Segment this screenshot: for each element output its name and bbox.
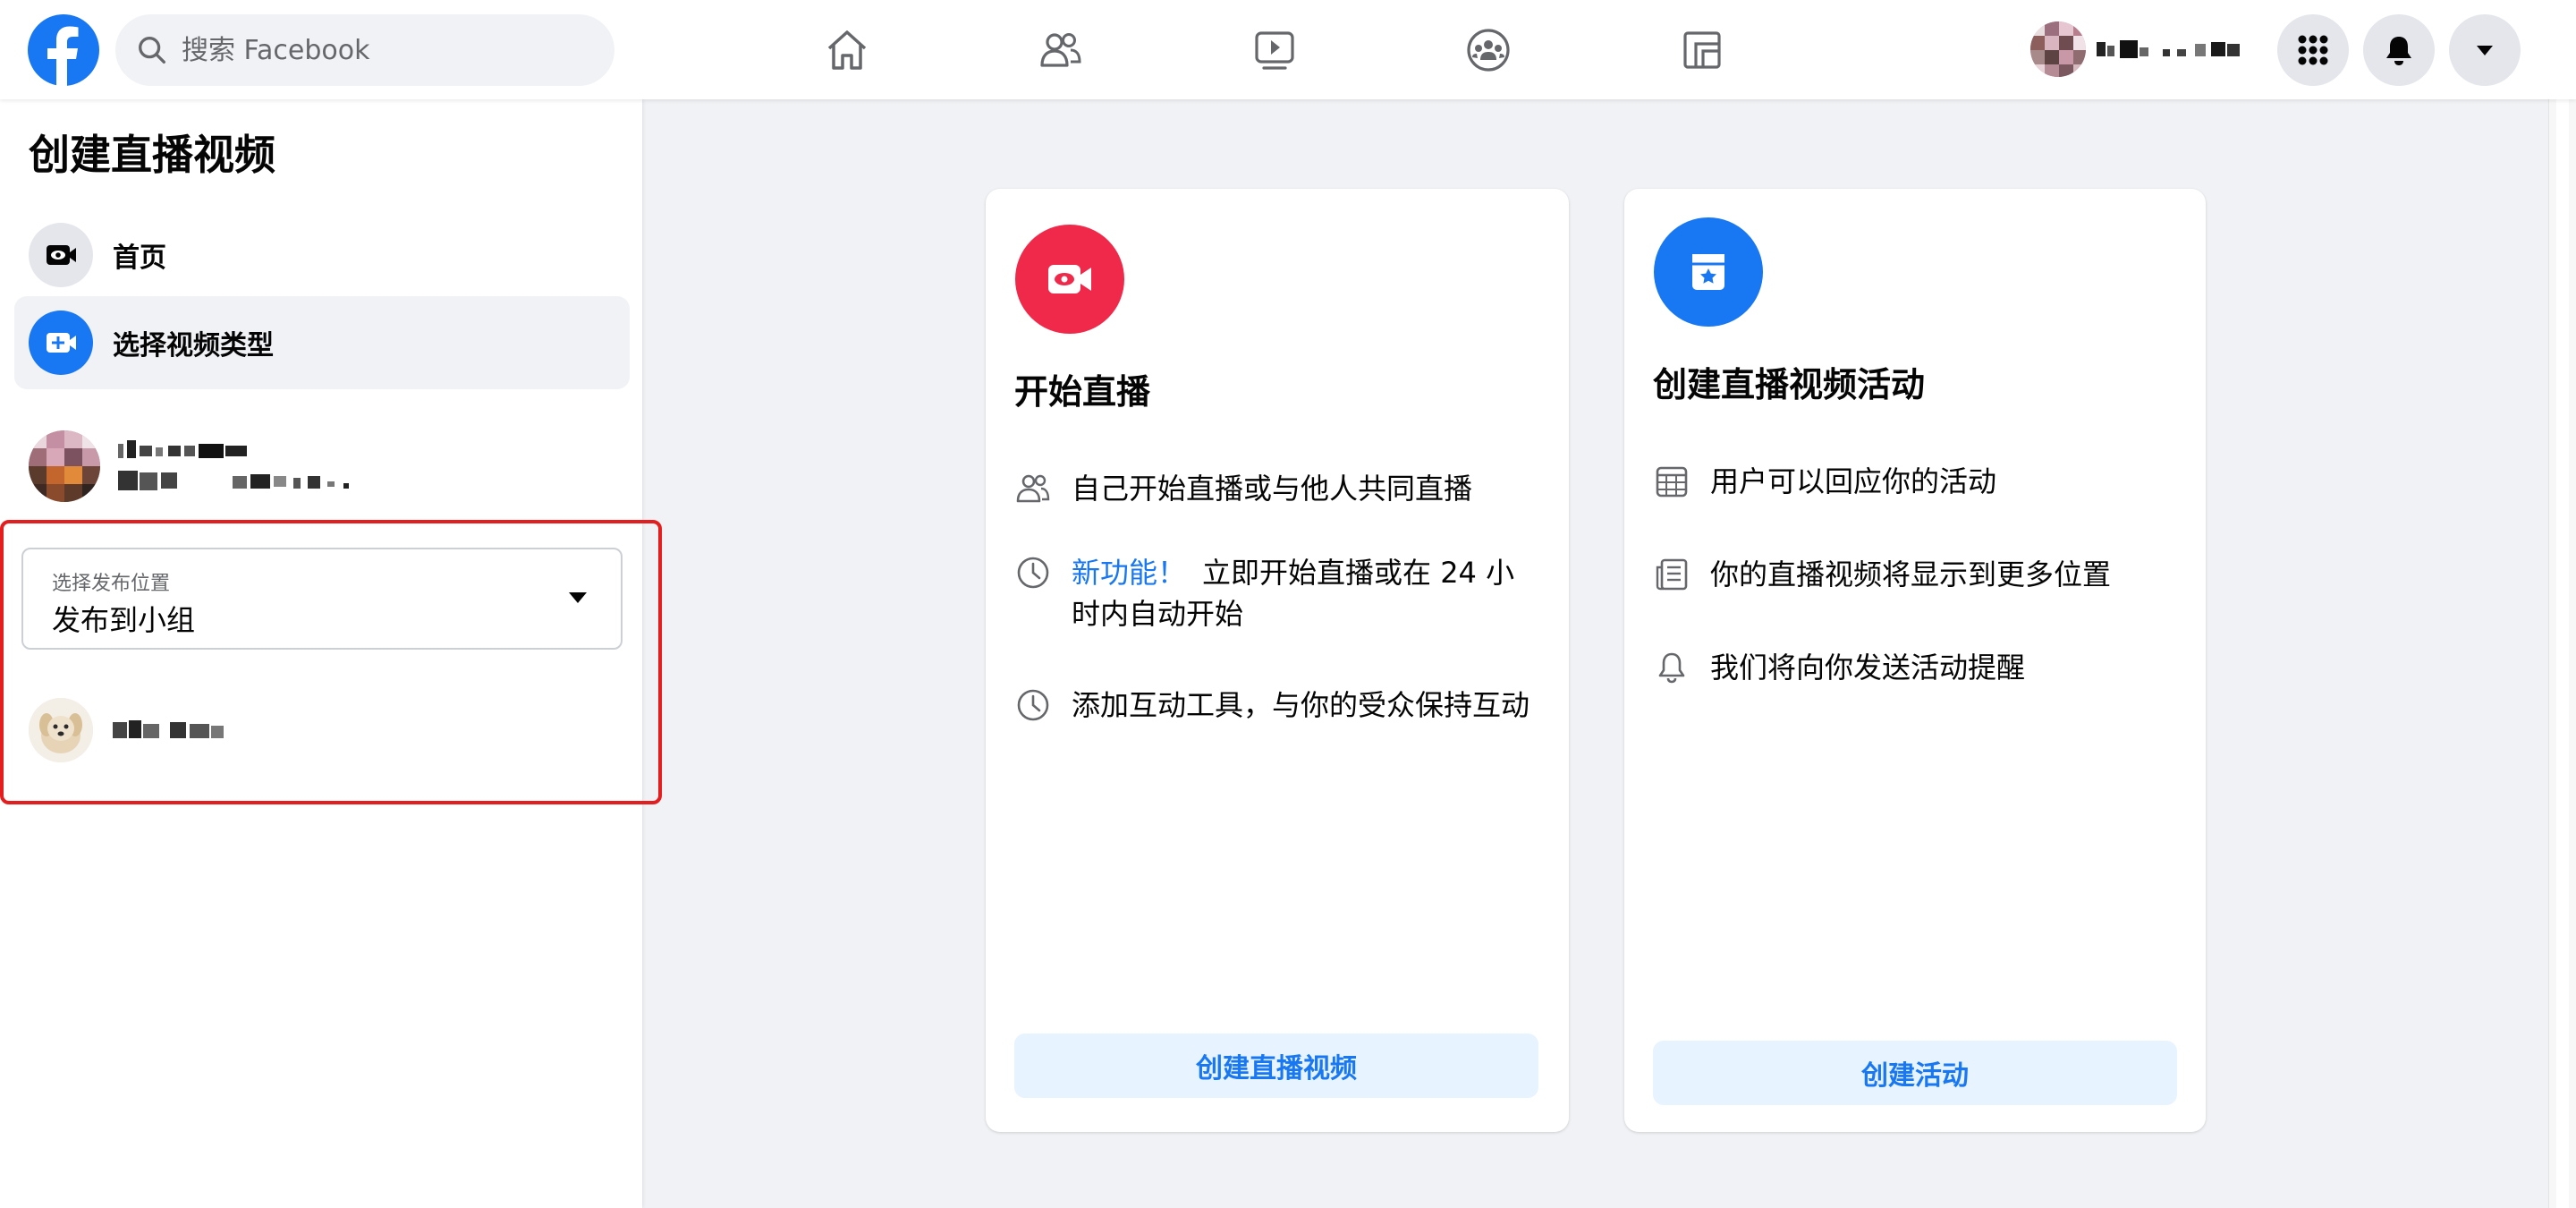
nav-tab-gaming[interactable]	[1644, 16, 1760, 84]
top-navigation-bar	[0, 0, 2576, 99]
create-event-button[interactable]: 创建活动	[1653, 1041, 2177, 1105]
account-dropdown-icon	[2477, 46, 2493, 55]
card-icon-circle	[1015, 225, 1124, 334]
search-icon	[139, 37, 165, 64]
feature-text: 你的直播视频将显示到更多位置	[1710, 557, 2112, 591]
card-title: 创建直播视频活动	[1653, 365, 1926, 404]
home-icon	[827, 30, 867, 70]
add-video-icon	[47, 333, 76, 353]
nav-tab-friends[interactable]	[1003, 16, 1119, 84]
card-icon-circle	[1654, 217, 1763, 327]
account-button[interactable]	[2449, 14, 2521, 86]
page-title: 创建直播视频	[29, 131, 275, 179]
page-scrollbar[interactable]	[2548, 99, 2576, 1208]
notifications-icon	[2386, 37, 2411, 65]
feature-item: 新功能！ 立即开始直播或在 24 小时内自动开始	[1014, 552, 1542, 634]
new-feature-badge: 新功能！	[1072, 556, 1187, 590]
card-title: 开始直播	[1014, 372, 1151, 412]
people-icon	[1016, 474, 1050, 503]
sidebar-item-label: 选择视频类型	[113, 330, 274, 362]
group-avatar	[29, 698, 93, 762]
gaming-icon	[1683, 31, 1721, 69]
clock-icon	[1017, 557, 1049, 589]
live-event-card: 创建直播视频活动 用户可以回应你的活动 你的直播视频将显示到更多位置 我们将向你…	[1624, 189, 2206, 1132]
sidebar-item-home[interactable]: 首页	[14, 208, 630, 302]
profile-chip[interactable]	[2030, 20, 2302, 79]
news-feed-icon	[1656, 558, 1688, 591]
identity-text-pixelated	[118, 437, 386, 496]
facebook-logo-icon[interactable]	[28, 14, 99, 86]
live-eye-icon	[47, 245, 76, 265]
scrollbar-thumb[interactable]	[2556, 99, 2569, 1208]
menu-grid-icon	[2298, 35, 2328, 65]
avatar	[29, 430, 100, 502]
select-value: 发布到小组	[52, 603, 196, 637]
live-camera-icon	[1048, 265, 1091, 293]
select-label: 选择发布位置	[52, 573, 171, 595]
feature-text: 自己开始直播或与他人共同直播	[1072, 472, 1473, 506]
avatar	[2030, 21, 2086, 77]
feature-item: 我们将向你发送活动提醒	[1653, 647, 2181, 688]
feature-item: 添加互动工具，与你的受众保持互动	[1014, 685, 1542, 726]
groups-icon	[1467, 29, 1510, 72]
create-live-video-button[interactable]: 创建直播视频	[1014, 1034, 1538, 1098]
sidebar-item-video-type-icon-wrap	[29, 311, 93, 375]
profile-name-pixelated	[2097, 40, 2240, 58]
friends-icon	[1040, 33, 1081, 67]
identity-name-pixelated	[118, 440, 247, 458]
sidebar-item-home-icon-wrap	[29, 223, 93, 287]
feature-text: 新功能！ 立即开始直播或在 24 小时内自动开始	[1072, 552, 1542, 634]
search-bar[interactable]	[115, 14, 614, 86]
sidebar: 创建直播视频 首页 选择视频类型 选择发布位置 发布到小组	[0, 99, 662, 1208]
selected-group[interactable]	[29, 690, 229, 770]
identity-role-pixelated	[118, 471, 349, 490]
feature-text: 用户可以回应你的活动	[1710, 464, 1997, 498]
calendar-star-icon	[1692, 254, 1724, 290]
feature-item: 你的直播视频将显示到更多位置	[1653, 554, 2181, 595]
clock-icon	[1017, 689, 1049, 721]
feature-item: 用户可以回应你的活动	[1653, 461, 2181, 502]
nav-tab-home[interactable]	[789, 16, 905, 84]
feature-text: 我们将向你发送活动提醒	[1710, 651, 2026, 685]
search-input[interactable]	[180, 33, 577, 67]
posting-destination-select[interactable]: 选择发布位置 发布到小组	[21, 548, 623, 650]
nav-tab-watch[interactable]	[1216, 16, 1333, 84]
menu-button[interactable]	[2277, 14, 2349, 86]
notifications-button[interactable]	[2363, 14, 2435, 86]
calendar-grid-icon	[1656, 466, 1688, 498]
posting-identity[interactable]	[29, 421, 386, 511]
sidebar-item-video-type[interactable]: 选择视频类型	[14, 296, 630, 389]
feature-text: 添加互动工具，与你的受众保持互动	[1072, 688, 1530, 722]
nav-tab-groups[interactable]	[1430, 16, 1546, 84]
caret-down-icon	[569, 592, 587, 603]
start-live-card: 开始直播 自己开始直播或与他人共同直播 新功能！ 立即开始直播或在 24 小时内自…	[986, 189, 1569, 1132]
group-name-pixelated	[113, 720, 224, 738]
bell-icon	[1658, 652, 1685, 684]
watch-icon	[1255, 31, 1294, 70]
feature-item: 自己开始直播或与他人共同直播	[1014, 468, 1542, 509]
sidebar-item-label: 首页	[113, 242, 166, 274]
